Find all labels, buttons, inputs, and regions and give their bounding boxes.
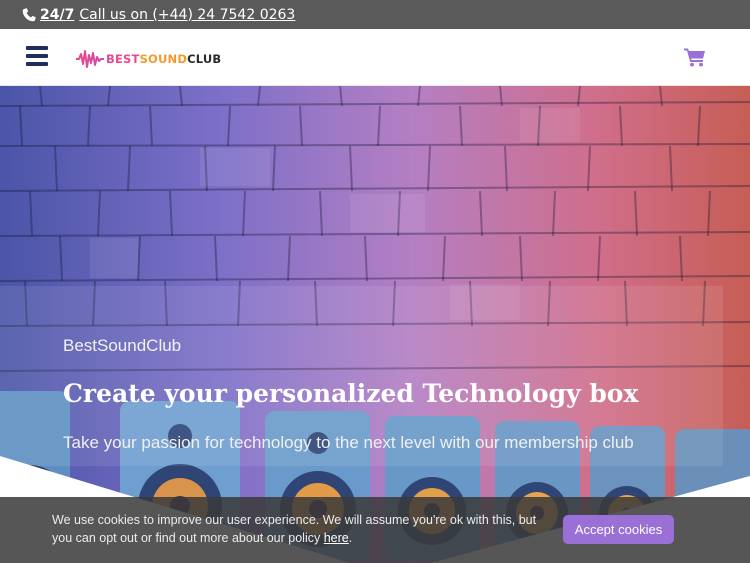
accept-cookies-button[interactable]: Accept cookies — [563, 515, 674, 544]
hero-eyebrow: BestSoundClub — [63, 336, 182, 355]
hero-subtitle: Take your passion for technology to the … — [63, 433, 634, 452]
cookie-message: We use cookies to improve our user exper… — [52, 513, 537, 545]
cookie-banner: We use cookies to improve our user exper… — [0, 497, 750, 563]
cookie-policy-link[interactable]: here — [324, 531, 349, 545]
shopping-cart-icon[interactable] — [684, 47, 706, 67]
logo-wordmark: BESTSOUNDCLUB — [106, 52, 222, 66]
hero-banner: BestSoundClub Create your personalized T… — [0, 86, 750, 563]
site-header: BESTSOUNDCLUB — [0, 29, 750, 86]
site-logo[interactable]: BESTSOUNDCLUB — [76, 49, 221, 69]
soundwave-logo-icon — [76, 50, 104, 68]
hero-title: Create your personalized Technology box — [63, 379, 639, 408]
support-hours-link[interactable]: 24/7 — [40, 7, 74, 23]
call-us-link[interactable]: Call us on (+44) 24 7542 0263 — [79, 7, 295, 23]
phone-icon — [22, 7, 36, 21]
top-contact-bar: 24/7 Call us on (+44) 24 7542 0263 — [0, 0, 750, 29]
hamburger-menu-icon[interactable] — [26, 46, 48, 66]
